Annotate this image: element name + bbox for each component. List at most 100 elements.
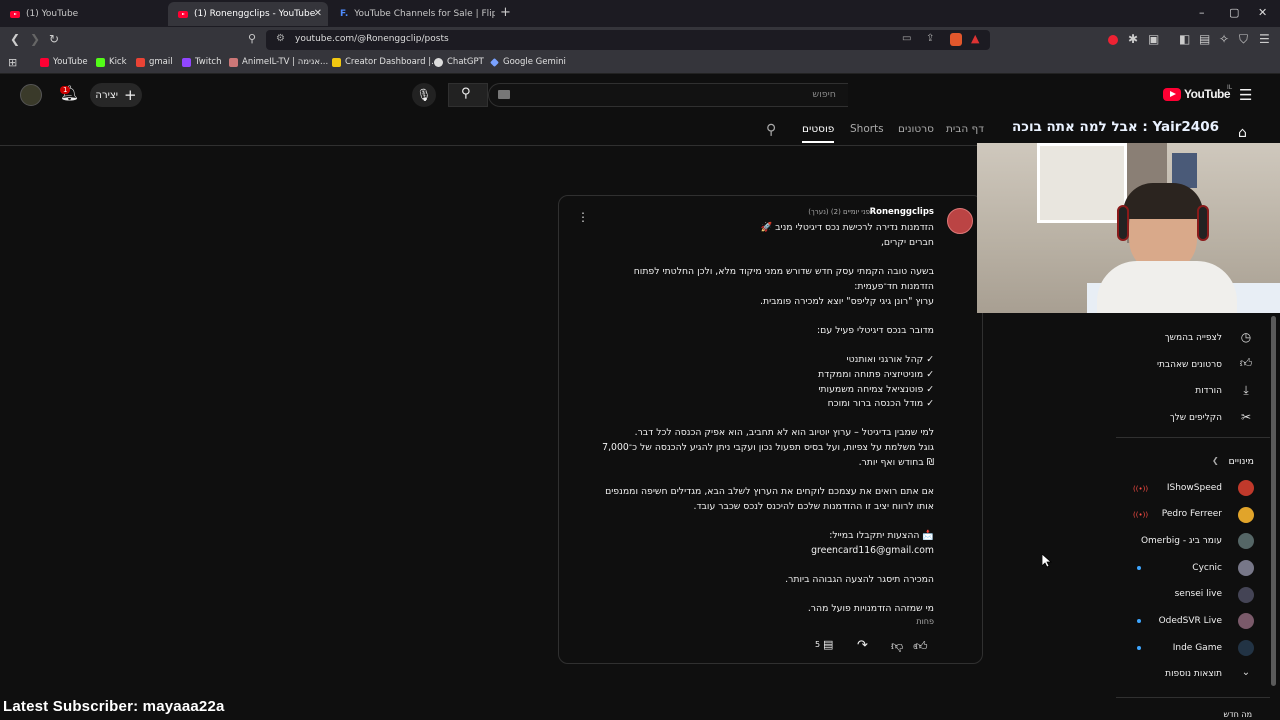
show-more-button[interactable]: תוצאות נוספות [1165,669,1222,679]
bookmark-youtube[interactable]: YouTube [40,57,88,67]
chevron-left-icon: ❮ [1212,456,1219,465]
subscription-item[interactable]: Inde Game [1173,643,1222,653]
wallet-icon[interactable]: ▤ [1199,32,1210,46]
bookmark-label: ChatGPT [447,57,484,67]
flippa-favicon-icon: F. [340,9,349,19]
subscription-item[interactable]: IShowSpeed [1167,483,1222,493]
webcam-overlay [977,143,1280,313]
post-text-line: הזדמנות נדירה לרכישת נכס דיגיטלי מניב 🚀 [760,222,934,233]
sidebar-item-downloads[interactable]: הורדות [1195,386,1222,396]
bookmark-gmail[interactable]: gmail [136,57,173,67]
tab-videos[interactable]: סרטונים [898,123,934,135]
dislike-icon[interactable]: 👎︎ [891,639,903,654]
sidebar-item-your-clips[interactable]: הקליפים שלך [1170,413,1222,423]
subscription-item[interactable]: Cycnic [1192,563,1222,573]
site-info-icon[interactable]: ⚙ [276,33,285,44]
hamburger-menu-icon[interactable]: ☰ [1239,86,1252,104]
subscriptions-header[interactable]: מינויים [1228,456,1254,467]
new-tab-icon[interactable]: + [500,5,511,20]
tab-label: YouTube Channels for Sale | Flippa [354,9,495,19]
sidebar-item-watch-later[interactable]: לצפייה בהמשך [1165,333,1222,343]
post-text-line: ✓ מודל הכנסה ברור ומוכח [827,398,934,409]
subscription-item[interactable]: Pedro Ferreer [1162,509,1222,519]
bookmark-gemini[interactable]: Google Gemini [490,57,566,67]
window-close-icon[interactable]: ✕ [1258,6,1267,19]
new-content-dot [1137,619,1141,623]
bookmark-label: Google Gemini [503,57,566,67]
menu-icon[interactable]: ☰ [1259,32,1270,46]
bookmark-creator-dashboard[interactable]: Creator Dashboard |... [332,57,439,67]
show-less-link[interactable]: פחות [916,617,934,626]
channel-avatar [1238,533,1254,549]
post-author[interactable]: Ronenggclips [870,207,934,217]
minimize-icon[interactable]: – [1199,6,1205,19]
live-icon: ((•)) [1133,485,1149,493]
create-button[interactable]: יצירה + [90,83,142,107]
divider [1116,697,1270,698]
tab-shorts[interactable]: Shorts [850,123,884,135]
more-options-icon[interactable]: ⋮ [577,210,589,224]
avatar[interactable] [20,84,42,106]
extension-icon[interactable]: ▣ [1148,32,1159,46]
divider [1116,437,1270,438]
microphone-icon[interactable]: 🎙︎ [412,83,436,107]
bookmark-animeil[interactable]: AnimeIL-TV | אנימה... [229,57,328,67]
extension-icon[interactable] [1108,35,1118,45]
channel-avatar [1238,507,1254,523]
bookmark-chatgpt[interactable]: ChatGPT [434,57,484,67]
post-text-line: חברים יקרים, [880,237,934,248]
leo-ai-icon[interactable]: ✧ [1219,32,1229,46]
apps-grid-icon[interactable]: ⊞ [8,56,17,69]
forward-icon[interactable]: ❯ [30,32,40,46]
subscription-item[interactable]: עומר ביג - Omerbig [1141,536,1222,546]
rewards-icon[interactable]: ▲ [971,32,979,45]
creator-icon [332,57,341,67]
vpn-icon[interactable]: ⛉ [1239,32,1248,47]
youtube-favicon-icon [178,10,188,18]
comment-count: 5 [815,640,821,649]
chatgpt-icon [434,57,443,67]
bookmark-kick[interactable]: Kick [96,57,127,67]
browser-tab[interactable]: F. YouTube Channels for Sale | Flippa [330,2,495,26]
share-icon[interactable]: ⇪ [926,33,934,44]
extensions-puzzle-icon[interactable]: ✱ [1128,32,1138,46]
bookmark-twitch[interactable]: Twitch [182,57,222,67]
bookmark-icon[interactable]: ⚲ [248,32,256,45]
close-icon[interactable]: ✕ [314,8,322,19]
brave-shield-icon[interactable] [950,33,962,46]
gmail-icon [136,57,145,67]
home-icon[interactable]: ⌂ [1238,125,1247,141]
reload-icon[interactable]: ↻ [49,32,59,46]
sidebar-toggle-icon[interactable]: ◧ [1179,32,1190,46]
post-timestamp[interactable]: לפני יומיים (2) (נערך) [808,208,874,216]
comment-icon[interactable]: ▤ [823,638,833,651]
post-text-line: ✓ פוטנציאל צמיחה משמעותי [818,384,934,395]
browser-tab-active[interactable]: (1) Ronenggclips - YouTube ✕ [168,2,328,26]
browser-tab[interactable]: (1) YouTube [0,2,168,26]
tab-label: (1) Ronenggclips - YouTube [194,9,316,19]
subscription-item[interactable]: OdedSVR Live [1159,616,1222,626]
gemini-icon [490,57,499,67]
address-bar[interactable]: ⚙ youtube.com/@Ronenggclip/posts ▭ ⇪ ▲ [266,30,990,50]
keyboard-icon[interactable] [498,90,510,99]
cast-icon[interactable]: ▭ [902,33,911,44]
tab-home[interactable]: דף הבית [946,123,984,135]
subscription-item[interactable]: sensei live [1175,589,1222,599]
clock-icon: ◷ [1240,330,1252,344]
post-email[interactable]: greencard116@gmail.com [811,545,934,556]
youtube-header: 🔔︎ 1 יצירה + 🎙︎ ⚲ חיפוש YouTube IL ☰ [0,74,1280,116]
author-avatar[interactable] [947,208,973,234]
search-icon[interactable]: ⚲ [766,122,776,138]
tab-posts[interactable]: פוסטים [802,123,835,143]
post-text-line: הזדמנות חד־פעמית: [854,281,934,292]
maximize-icon[interactable]: ▢ [1229,6,1239,19]
latest-subscriber-overlay: Latest Subscriber: mayaaa22a [3,698,225,715]
post-text-line: 📩 ההצעות יתקבלו במייל: [829,530,934,541]
scrollbar[interactable] [1271,316,1276,686]
search-input[interactable]: חיפוש [488,83,848,107]
sidebar-item-liked-videos[interactable]: סרטונים שאהבתי [1157,360,1222,370]
back-icon[interactable]: ❮ [10,32,20,46]
search-button[interactable]: ⚲ [448,83,488,107]
share-icon[interactable]: ↷ [857,638,868,653]
post-text-line: ₪ בחודש ואף יותר. [858,457,934,468]
